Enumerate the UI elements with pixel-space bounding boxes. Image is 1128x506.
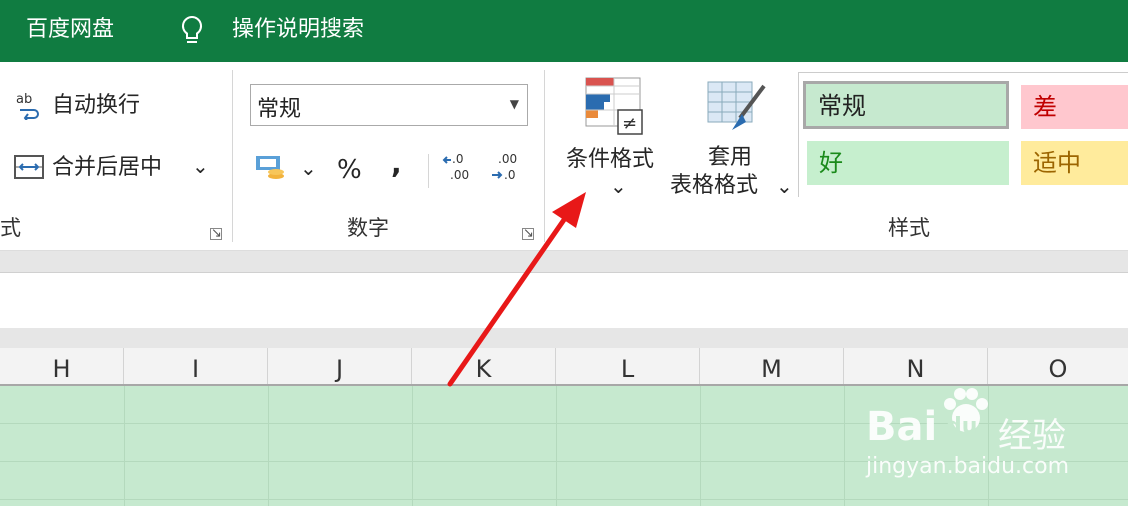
annotation-arrow-icon: [447, 192, 586, 387]
